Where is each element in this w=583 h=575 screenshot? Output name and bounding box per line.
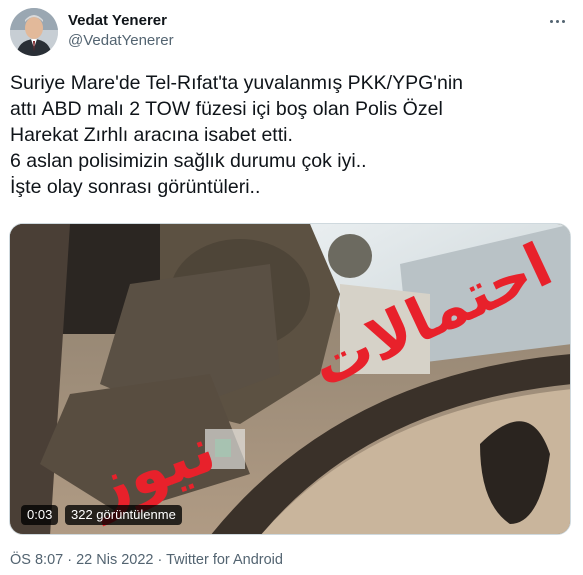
tweet-text: Suriye Mare'de Tel-Rıfat'ta yuvalanmış P… bbox=[10, 70, 570, 200]
more-dot bbox=[549, 19, 553, 23]
video-frame: احتمالات نيوز bbox=[10, 224, 570, 534]
author-display-name[interactable]: Vedat Yenerer bbox=[68, 12, 167, 29]
video-duration-badge: 0:03 bbox=[21, 505, 59, 525]
tweet-text-line: attı ABD malı 2 TOW füzesi içi boş olan … bbox=[10, 98, 443, 120]
tweet-source[interactable]: Twitter for Android bbox=[166, 552, 283, 568]
author-handle[interactable]: @VedatYenerer bbox=[68, 32, 174, 49]
avatar[interactable] bbox=[10, 8, 58, 56]
tweet-header: Vedat Yenerer @VedatYenerer bbox=[10, 8, 573, 56]
meta-separator: · bbox=[63, 552, 77, 568]
tweet-text-line: Harekat Zırhlı aracına isabet etti. bbox=[10, 124, 293, 146]
meta-separator: · bbox=[153, 552, 167, 568]
tweet-time[interactable]: ÖS 8:07 bbox=[10, 552, 63, 568]
tweet-date[interactable]: 22 Nis 2022 bbox=[76, 552, 153, 568]
tweet-text-line: 6 aslan polisimizin sağlık durumu çok iy… bbox=[10, 150, 367, 172]
tweet-text-line: İşte olay sonrası görüntüleri.. bbox=[10, 176, 261, 198]
more-horizontal-icon[interactable] bbox=[547, 14, 567, 28]
more-dot bbox=[561, 19, 565, 23]
video-views-badge: 322 görüntülenme bbox=[65, 505, 182, 525]
tweet-metadata: ÖS 8:07 · 22 Nis 2022 · Twitter for Andr… bbox=[10, 552, 283, 568]
tweet-text-line: Suriye Mare'de Tel-Rıfat'ta yuvalanmış P… bbox=[10, 72, 464, 94]
video-player[interactable]: احتمالات نيوز 0:03 322 görüntülenme bbox=[9, 223, 571, 535]
more-dot bbox=[555, 19, 559, 23]
